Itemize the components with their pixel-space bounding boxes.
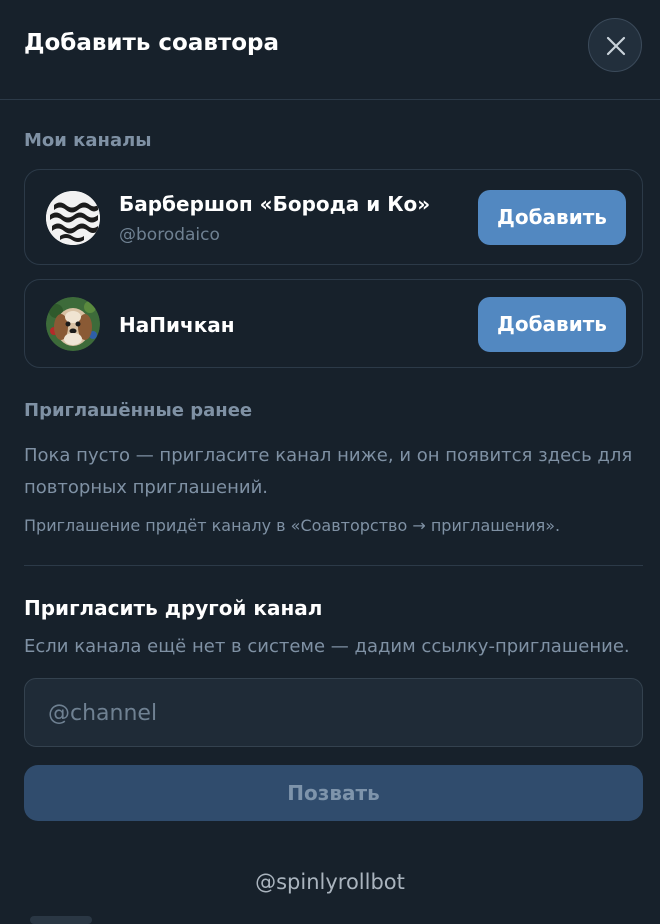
invited-label: Приглашённые ранее [24,400,253,421]
channel-avatar [46,297,100,351]
add-channel-button[interactable]: Добавить [478,297,626,352]
close-icon [606,36,626,56]
modal-title: Добавить соавтора [24,30,280,56]
my-channels-label: Мои каналы [24,130,152,151]
bottom-handle [30,916,92,924]
invited-note: Приглашение придёт каналу в «Соавторство… [24,516,561,535]
channel-card: Барбершоп «Борода и Ко» @borodaico Добав… [24,169,643,265]
bot-username: @spinlyrollbot [255,870,405,894]
channel-input-box [24,678,643,748]
channel-input[interactable] [46,679,620,748]
channel-name: НаПичкан [119,313,235,337]
channel-avatar [46,191,100,245]
invite-title: Пригласить другой канал [24,596,323,620]
section-divider [24,565,643,566]
channel-card: НаПичкан Добавить [24,279,643,368]
close-button[interactable] [588,18,642,72]
channel-name: Барбершоп «Борода и Ко» [119,192,431,216]
add-channel-button[interactable]: Добавить [478,190,626,245]
modal-header: Добавить соавтора [0,0,660,100]
channel-handle: @borodaico [119,225,220,245]
invited-empty-text: Пока пусто — пригласите канал ниже, и он… [24,445,633,498]
invite-submit-button[interactable]: Позвать [24,765,643,821]
invite-hint: Если канала ещё нет в системе — дадим сс… [24,636,630,657]
